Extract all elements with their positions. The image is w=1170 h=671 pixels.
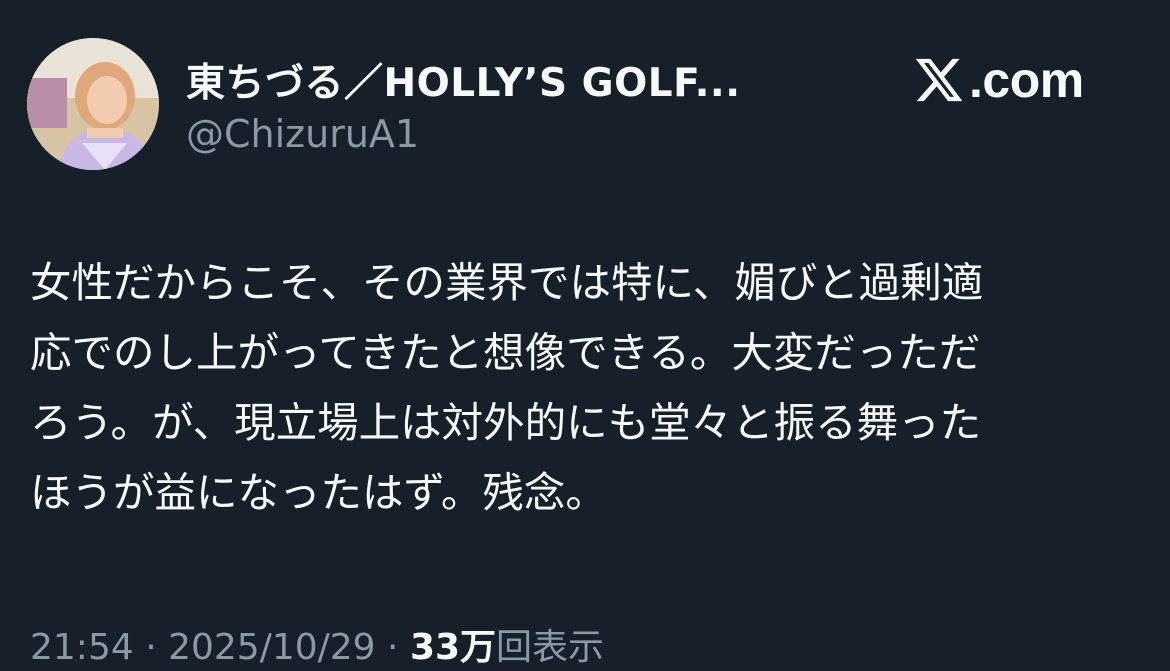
post-text: 女性だからこそ、その業界では特に、媚びと過剰適 応でのし上がってきたと想像できる…: [30, 248, 1150, 528]
avatar-image: [27, 38, 159, 170]
x-com-brand: .com: [913, 50, 1084, 110]
post-time[interactable]: 21:54: [30, 627, 134, 668]
post-text-line: 応でのし上がってきたと想像できる。大変だっただ: [30, 328, 981, 377]
post-meta: 21:54 · 2025/10/29 · 33万回表示: [30, 618, 604, 670]
post-text-line: ろう。が、現立場上は対外的にも堂々と振る舞った: [30, 398, 982, 447]
author-handle[interactable]: @ChizuruA1: [186, 112, 419, 156]
author-display-name[interactable]: 東ちづる／HOLLY’S GOLF...: [186, 52, 741, 108]
brand-domain: .com: [969, 52, 1084, 108]
views-label: 回表示: [496, 627, 605, 668]
meta-separator: ·: [133, 627, 169, 668]
x-logo-icon: [915, 58, 963, 102]
post-text-line: 女性だからこそ、その業界では特に、媚びと過剰適: [30, 258, 984, 307]
views-count: 33万: [409, 627, 497, 668]
post-text-line: ほうが益になったはず。残念。: [30, 468, 607, 517]
meta-separator: ·: [375, 627, 410, 668]
post-card: 東ちづる／HOLLY’S GOLF... @ChizuruA1 .com 女性だ…: [0, 0, 1170, 671]
avatar[interactable]: [27, 38, 159, 170]
post-date[interactable]: 2025/10/29: [168, 627, 376, 668]
